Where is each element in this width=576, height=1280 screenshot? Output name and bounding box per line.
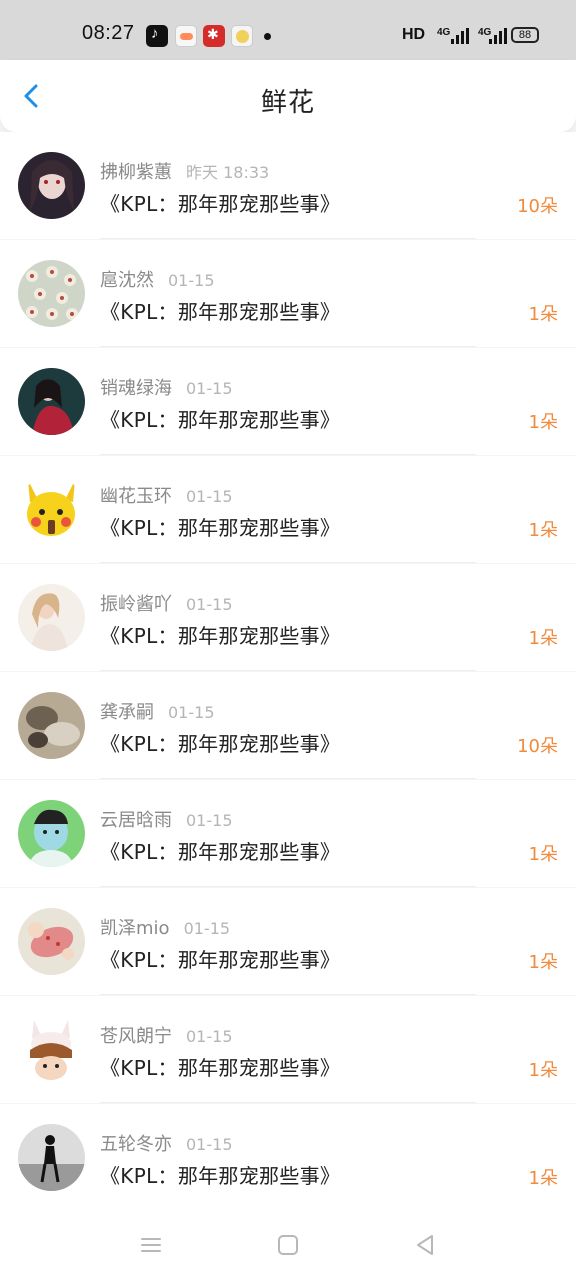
more-notifications-dot <box>264 33 271 40</box>
send-time: 01-15 <box>168 271 215 290</box>
work-title: 《KPL：那年那宠那些事》 <box>100 948 341 972</box>
status-bar: 08:27 HD 4G 4G 88 <box>0 0 576 60</box>
sender-name: 苍风朗宁 01-15 <box>100 1026 233 1047</box>
send-time: 01-15 <box>186 1135 233 1154</box>
send-time: 01-15 <box>186 811 233 830</box>
flower-count: 1朵 <box>528 304 558 325</box>
avatar[interactable] <box>18 692 85 759</box>
header: 鲜花 <box>0 60 576 132</box>
work-title: 《KPL：那年那宠那些事》 <box>100 300 341 324</box>
list-item[interactable]: 振岭酱吖 01-15 《KPL：那年那宠那些事》 1朵 <box>0 564 576 671</box>
list-item[interactable]: 凯泽mio 01-15 《KPL：那年那宠那些事》 1朵 <box>0 888 576 995</box>
sender-name: 云居晗雨 01-15 <box>100 810 233 831</box>
list-item[interactable]: 苍风朗宁 01-15 《KPL：那年那宠那些事》 1朵 <box>0 996 576 1103</box>
flower-count: 1朵 <box>528 1168 558 1189</box>
sender-name: 拂柳紫蕙 昨天 18:33 <box>100 162 270 183</box>
flower-count: 10朵 <box>517 196 558 217</box>
divider <box>100 1102 476 1103</box>
work-title: 《KPL：那年那宠那些事》 <box>100 192 341 216</box>
divider <box>100 670 476 671</box>
send-time: 01-15 <box>186 1027 233 1046</box>
status-time: 08:27 <box>82 22 135 44</box>
avatar[interactable] <box>18 152 85 219</box>
flower-count: 10朵 <box>517 736 558 757</box>
signal-icon <box>489 28 507 44</box>
divider <box>100 994 476 995</box>
work-title: 《KPL：那年那宠那些事》 <box>100 1056 341 1080</box>
signal-icon <box>451 28 469 44</box>
send-time: 01-15 <box>186 379 233 398</box>
list-item[interactable]: 五轮冬亦 01-15 《KPL：那年那宠那些事》 1朵 <box>0 1104 576 1211</box>
work-title: 《KPL：那年那宠那些事》 <box>100 1164 341 1188</box>
avatar[interactable] <box>18 1016 85 1083</box>
tiktok-icon <box>146 25 168 47</box>
divider <box>100 454 476 455</box>
work-title: 《KPL：那年那宠那些事》 <box>100 408 341 432</box>
divider <box>100 238 476 239</box>
work-title: 《KPL：那年那宠那些事》 <box>100 840 341 864</box>
divider <box>100 886 476 887</box>
work-title: 《KPL：那年那宠那些事》 <box>100 516 341 540</box>
send-time: 01-15 <box>186 487 233 506</box>
flower-list: 拂柳紫蕙 昨天 18:33 《KPL：那年那宠那些事》 10朵 扈沈然 01-15 … <box>0 132 576 1211</box>
back-icon[interactable] <box>412 1232 438 1258</box>
avatar[interactable] <box>18 260 85 327</box>
avatar[interactable] <box>18 476 85 543</box>
flower-count: 1朵 <box>528 1060 558 1081</box>
avatar[interactable] <box>18 368 85 435</box>
sender-name: 幽花玉环 01-15 <box>100 486 233 507</box>
battery-icon: 88 <box>511 27 539 43</box>
list-item[interactable]: 云居晗雨 01-15 《KPL：那年那宠那些事》 1朵 <box>0 780 576 887</box>
list-item[interactable]: 扈沈然 01-15 《KPL：那年那宠那些事》 1朵 <box>0 240 576 347</box>
sender-name: 扈沈然 01-15 <box>100 270 215 291</box>
list-item[interactable]: 拂柳紫蕙 昨天 18:33 《KPL：那年那宠那些事》 10朵 <box>0 132 576 239</box>
flower-count: 1朵 <box>528 520 558 541</box>
avatar[interactable] <box>18 1124 85 1191</box>
avatar[interactable] <box>18 800 85 867</box>
page-title: 鲜花 <box>260 88 315 118</box>
sender-name: 振岭酱吖 01-15 <box>100 594 233 615</box>
flower-count: 1朵 <box>528 412 558 433</box>
work-title: 《KPL：那年那宠那些事》 <box>100 732 341 756</box>
red-app-icon <box>203 25 225 47</box>
game-icon <box>175 25 197 47</box>
flower-count: 1朵 <box>528 628 558 649</box>
send-time: 01-15 <box>183 919 231 938</box>
send-time: 01-15 <box>186 595 233 614</box>
sender-name: 五轮冬亦 01-15 <box>100 1134 233 1155</box>
send-time: 01-15 <box>168 703 215 722</box>
work-title: 《KPL：那年那宠那些事》 <box>100 624 341 648</box>
send-time: 昨天 18:33 <box>186 163 270 182</box>
hd-indicator: HD <box>402 26 426 43</box>
avatar[interactable] <box>18 584 85 651</box>
menu-icon[interactable] <box>138 1232 164 1258</box>
face-app-icon <box>231 25 253 47</box>
avatar[interactable] <box>18 908 85 975</box>
list-item[interactable]: 销魂绿海 01-15 《KPL：那年那宠那些事》 1朵 <box>0 348 576 455</box>
system-nav-bar <box>0 1210 576 1280</box>
divider <box>100 346 476 347</box>
list-item[interactable]: 龚承嗣 01-15 《KPL：那年那宠那些事》 10朵 <box>0 672 576 779</box>
list-item[interactable]: 幽花玉环 01-15 《KPL：那年那宠那些事》 1朵 <box>0 456 576 563</box>
flower-count: 1朵 <box>528 844 558 865</box>
sender-name: 销魂绿海 01-15 <box>100 378 233 399</box>
divider <box>100 778 476 779</box>
divider <box>100 562 476 563</box>
sender-name: 龚承嗣 01-15 <box>100 702 215 723</box>
sender-name: 凯泽mio 01-15 <box>100 918 231 939</box>
network-type-1: 4G <box>437 27 451 38</box>
flower-count: 1朵 <box>528 952 558 973</box>
home-icon[interactable] <box>275 1232 301 1258</box>
